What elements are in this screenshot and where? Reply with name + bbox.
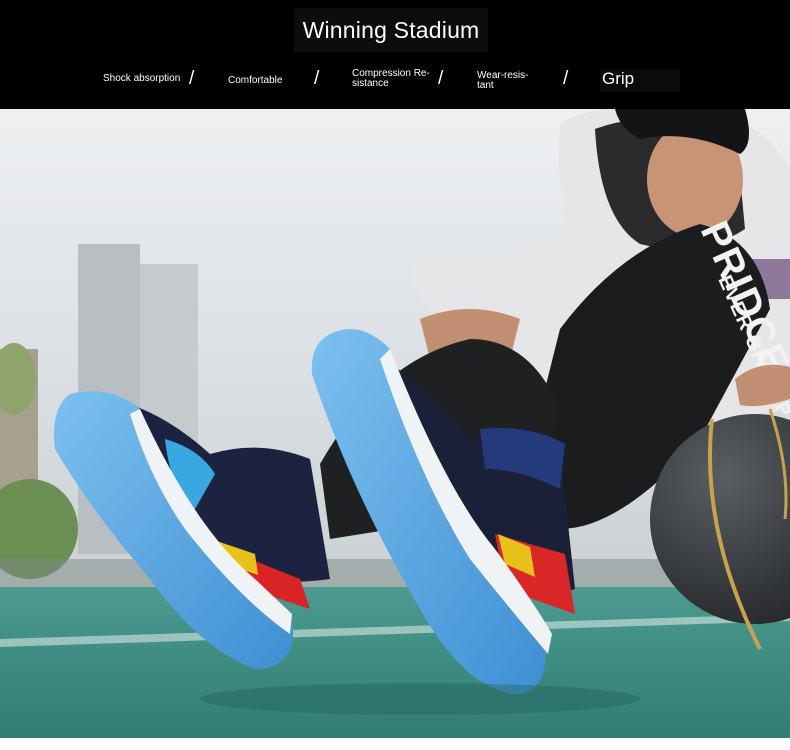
title-box: Winning Stadium [294,8,488,52]
feature-label: Comfortable [228,75,283,86]
feature-compression-resistance: Compression Re- sistance [352,69,430,89]
bottom-margin [0,738,790,750]
feature-label: Shock absorption [103,73,181,84]
court [0,587,790,750]
product-photo: PRIDCE EVER GIVE UP [0,109,790,750]
feature-grip: Grip [600,70,680,92]
product-page: Winning Stadium Shock absorption / Comfo… [0,0,790,750]
feature-separator: / [314,68,320,89]
feature-separator: / [189,68,195,89]
feature-label-line2: tant [477,80,494,91]
page-title: Winning Stadium [302,16,480,43]
feature-list: Shock absorption / Comfortable / Compres… [0,64,790,98]
feature-label-line2: sistance [352,78,389,89]
feature-wear-resistant: Wear-resis- tant [477,71,528,91]
feature-shock-absorption: Shock absorption [103,74,180,84]
feature-label: Grip [602,69,635,88]
feature-separator: / [438,68,444,89]
feature-comfortable: Comfortable [228,76,282,86]
shadow [200,683,640,715]
header-band: Winning Stadium Shock absorption / Comfo… [0,0,790,109]
feature-separator: / [563,68,569,89]
